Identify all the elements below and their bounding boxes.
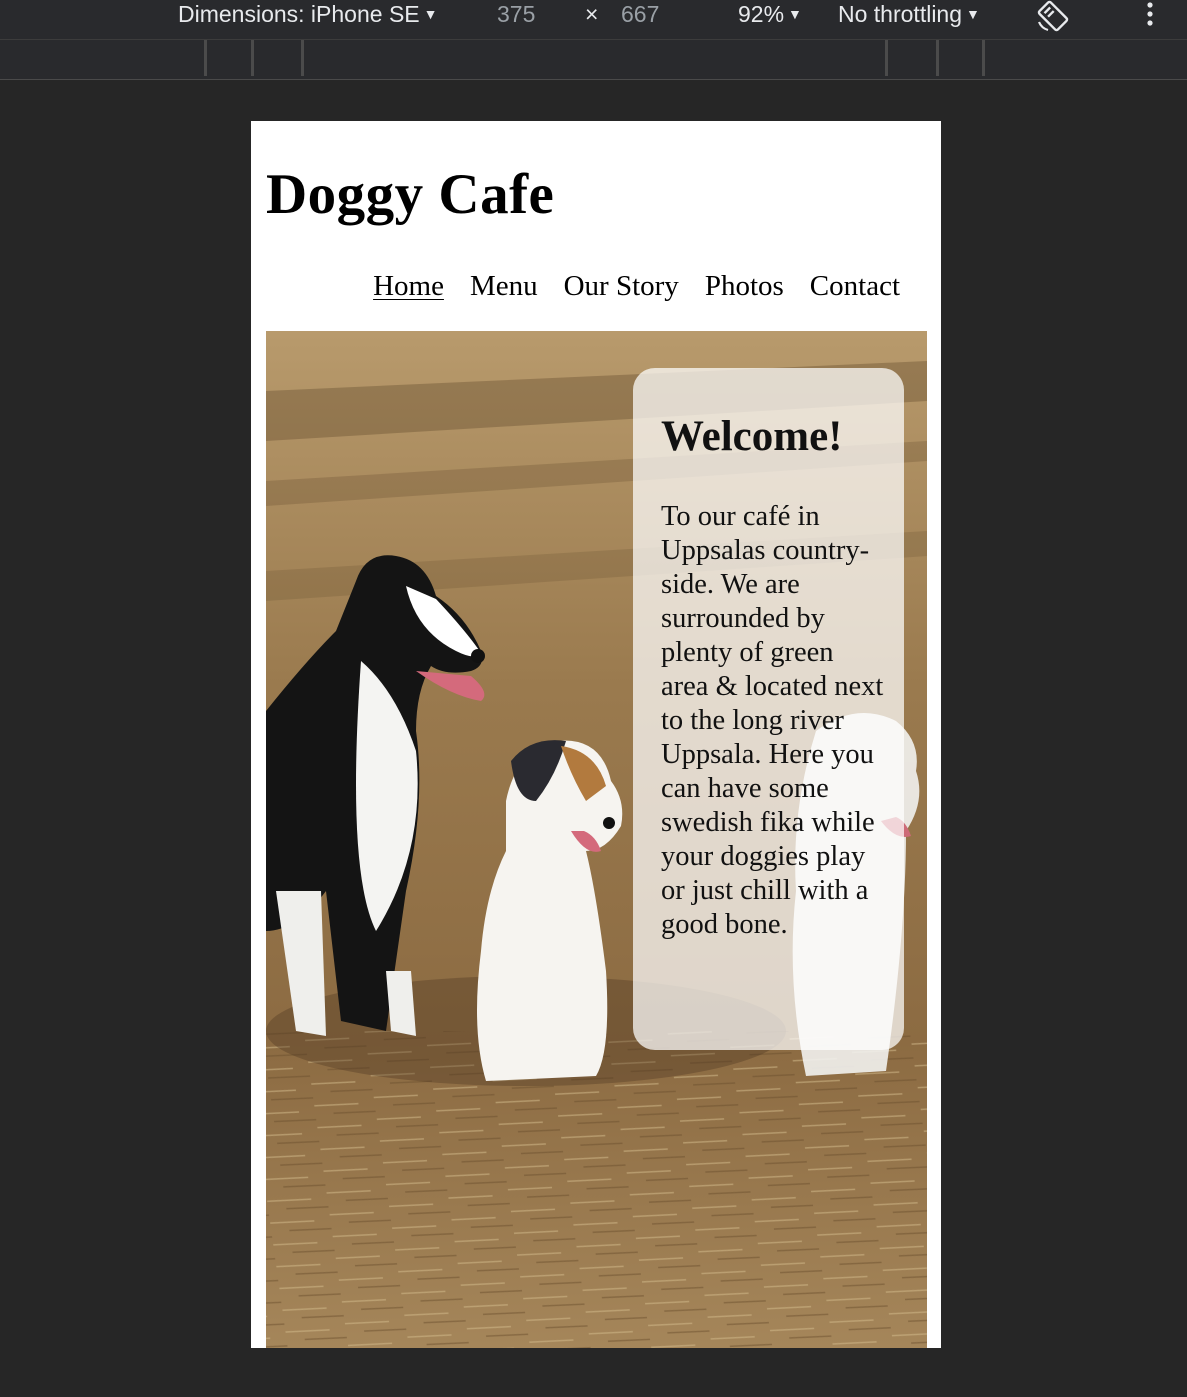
site-title: Doggy Cafe: [266, 163, 555, 226]
media-query-marker[interactable]: [204, 40, 207, 76]
chevron-down-icon: ▼: [966, 6, 980, 22]
viewport-height-input[interactable]: 667: [621, 0, 659, 30]
media-query-marker[interactable]: [251, 40, 254, 76]
rotate-icon[interactable]: [1034, 0, 1072, 32]
zoom-label: 92%: [738, 1, 785, 27]
zoom-dropdown[interactable]: 92% ▼: [738, 0, 802, 30]
chevron-down-icon: ▼: [423, 6, 438, 22]
nav-link-our-story[interactable]: Our Story: [564, 267, 679, 305]
viewport-width-input[interactable]: 375: [497, 0, 535, 30]
device-dimensions-label: Dimensions: iPhone SE: [178, 1, 420, 27]
dimension-separator: ×: [585, 1, 599, 27]
chevron-down-icon: ▼: [788, 6, 802, 22]
media-query-marker[interactable]: [301, 40, 304, 76]
media-query-bar: [0, 40, 1187, 80]
nav-link-menu[interactable]: Menu: [470, 267, 538, 305]
main-nav: Home Menu Our Story Photos Contact: [373, 267, 900, 305]
welcome-heading: Welcome!: [661, 413, 843, 460]
device-viewport: Doggy Cafe Home Menu Our Story Photos Co…: [251, 121, 941, 1348]
device-dimensions-dropdown[interactable]: Dimensions: iPhone SE ▼: [178, 0, 437, 30]
devtools-device-toolbar: Dimensions: iPhone SE ▼ 375 × 667 92% ▼ No…: [0, 0, 1187, 40]
welcome-text: To our café in Uppsalas country-side. We…: [661, 501, 884, 940]
nav-link-home[interactable]: Home: [373, 267, 444, 305]
nav-link-photos[interactable]: Photos: [705, 267, 784, 305]
media-query-marker[interactable]: [982, 40, 985, 76]
media-query-marker[interactable]: [885, 40, 888, 76]
welcome-card: Welcome! To our café in Uppsalas country…: [633, 368, 904, 1050]
more-options-icon[interactable]: [1140, 0, 1160, 30]
throttling-dropdown[interactable]: No throttling ▼: [838, 0, 980, 30]
nav-link-contact[interactable]: Contact: [810, 267, 900, 305]
hero-section: Welcome! To our café in Uppsalas country…: [266, 331, 927, 1348]
media-query-marker[interactable]: [936, 40, 939, 76]
throttling-label: No throttling: [838, 1, 963, 27]
